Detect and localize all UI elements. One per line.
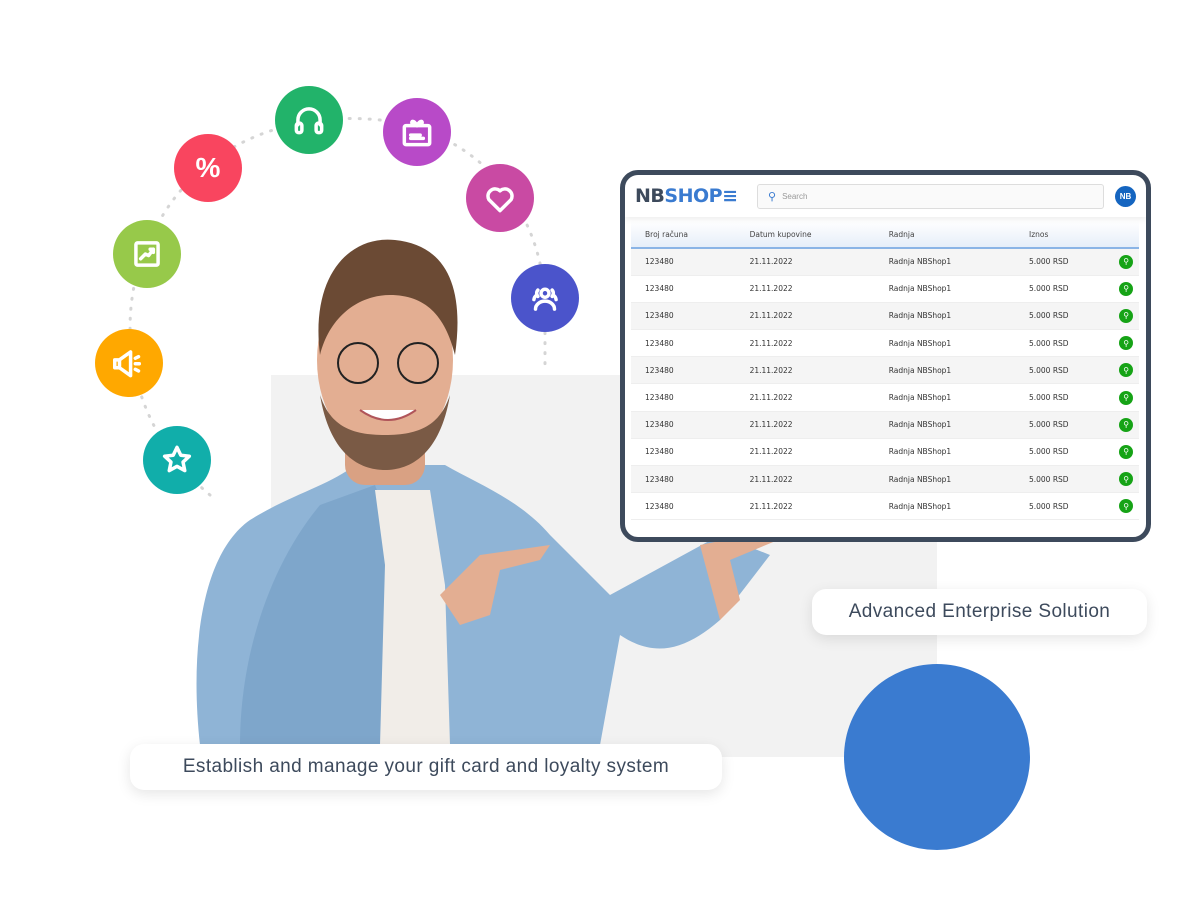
- table-cell: Radnja NBShop1: [874, 302, 1015, 331]
- table-cell: 123480: [631, 411, 736, 439]
- view-details-button[interactable]: ⚲: [1119, 390, 1134, 405]
- row-action: ⚲: [1113, 492, 1139, 521]
- row-action: ⚲: [1113, 356, 1139, 385]
- table-cell: 123480: [631, 356, 736, 385]
- table-cell: Radnja NBShop1: [874, 248, 1015, 276]
- table-row: 123480 21.11.2022 Radnja NBShop1 5.000 RSD ⚲: [631, 302, 1139, 331]
- table-row: 123480 21.11.2022 Radnja NBShop1 5.000 RSD ⚲: [631, 356, 1139, 385]
- table-cell: 123480: [631, 383, 736, 412]
- table-row: 123480 21.11.2022 Radnja NBShop1 5.000 RSD ⚲: [631, 438, 1139, 467]
- table-cell: 5.000 RSD: [1014, 329, 1114, 358]
- app-tablet-mockup: NBSHOP≡ ⚲ Search NB Broj računa Datum kupo…: [620, 170, 1151, 542]
- gift-card-icon: [383, 98, 451, 166]
- table-cell: Radnja NBShop1: [874, 275, 1015, 303]
- row-action: ⚲: [1113, 383, 1139, 412]
- row-action: ⚲: [1113, 275, 1139, 303]
- cart-icon: ≡: [722, 185, 738, 207]
- table-cell: 123480: [631, 438, 736, 467]
- table-row: 123480 21.11.2022 Radnja NBShop1 5.000 RSD ⚲: [631, 383, 1139, 412]
- table-cell: 21.11.2022: [735, 248, 875, 276]
- table-cell: Radnja NBShop1: [874, 492, 1015, 521]
- table-cell: 5.000 RSD: [1014, 438, 1114, 467]
- app-header: NBSHOP≡ ⚲ Search NB: [625, 175, 1146, 217]
- table-cell: 5.000 RSD: [1014, 492, 1114, 521]
- row-action: ⚲: [1113, 329, 1139, 358]
- table-row: 123480 21.11.2022 Radnja NBShop1 5.000 RSD ⚲: [631, 411, 1139, 439]
- search-input[interactable]: ⚲ Search: [757, 183, 1104, 209]
- table-cell: 5.000 RSD: [1014, 356, 1114, 385]
- view-details-button[interactable]: ⚲: [1119, 444, 1134, 459]
- avatar[interactable]: NB: [1115, 185, 1136, 207]
- table-cell: 21.11.2022: [735, 411, 875, 439]
- table-cell: Radnja NBShop1: [874, 411, 1015, 439]
- column-header[interactable]: Radnja: [874, 221, 1015, 249]
- table-cell: 21.11.2022: [735, 275, 875, 303]
- table-row: 123480 21.11.2022 Radnja NBShop1 5.000 RSD ⚲: [631, 329, 1139, 358]
- table-cell: 21.11.2022: [735, 465, 875, 494]
- table-cell: 123480: [631, 329, 736, 358]
- gift-card-caption: Establish and manage your gift card and …: [130, 744, 722, 790]
- table-cell: Radnja NBShop1: [874, 438, 1015, 467]
- table-cell: Radnja NBShop1: [874, 329, 1015, 358]
- table-cell: 123480: [631, 275, 736, 303]
- table-row: 123480 21.11.2022 Radnja NBShop1 5.000 RSD ⚲: [631, 275, 1139, 303]
- table-cell: Radnja NBShop1: [874, 383, 1015, 412]
- row-action: ⚲: [1113, 302, 1139, 331]
- table-cell: 5.000 RSD: [1014, 275, 1114, 303]
- receipts-table: Broj računa Datum kupovine Radnja Iznos 123…: [631, 221, 1139, 521]
- column-header-actions: [1113, 221, 1139, 249]
- view-details-button[interactable]: ⚲: [1119, 472, 1134, 487]
- table-cell: 5.000 RSD: [1014, 248, 1114, 276]
- row-action: ⚲: [1113, 248, 1139, 276]
- row-action: ⚲: [1113, 411, 1139, 439]
- table-cell: 5.000 RSD: [1014, 302, 1114, 331]
- heart-icon: [466, 164, 534, 232]
- row-action: ⚲: [1113, 465, 1139, 494]
- table-cell: 5.000 RSD: [1014, 411, 1114, 439]
- table-header: Broj računa Datum kupovine Radnja Iznos: [631, 221, 1139, 249]
- table-cell: 21.11.2022: [735, 383, 875, 412]
- table-cell: 123480: [631, 302, 736, 331]
- view-details-button[interactable]: ⚲: [1119, 336, 1134, 351]
- view-details-button[interactable]: ⚲: [1119, 308, 1134, 323]
- megaphone-icon: [95, 329, 163, 397]
- percent-icon: %: [174, 134, 242, 202]
- table-cell: 21.11.2022: [735, 302, 875, 331]
- table-cell: 123480: [631, 492, 736, 521]
- table-cell: 21.11.2022: [735, 492, 875, 521]
- view-details-button[interactable]: ⚲: [1119, 363, 1134, 378]
- view-details-button[interactable]: ⚲: [1119, 254, 1134, 269]
- headphones-icon: [275, 86, 343, 154]
- enterprise-caption: Advanced Enterprise Solution: [812, 589, 1147, 635]
- table-cell: 123480: [631, 248, 736, 276]
- table-cell: 21.11.2022: [735, 329, 875, 358]
- table-cell: 123480: [631, 465, 736, 494]
- column-header[interactable]: Iznos: [1014, 221, 1114, 249]
- table-row: 123480 21.11.2022 Radnja NBShop1 5.000 RSD ⚲: [631, 248, 1139, 276]
- column-header[interactable]: Broj računa: [631, 221, 736, 249]
- table-cell: 21.11.2022: [735, 438, 875, 467]
- view-details-button[interactable]: ⚲: [1119, 417, 1134, 432]
- table-cell: 5.000 RSD: [1014, 383, 1114, 412]
- view-details-button[interactable]: ⚲: [1119, 499, 1134, 514]
- table-cell: Radnja NBShop1: [874, 356, 1015, 385]
- nbshop-logo[interactable]: NBSHOP≡: [635, 185, 750, 207]
- column-header[interactable]: Datum kupovine: [735, 221, 875, 249]
- table-row: 123480 21.11.2022 Radnja NBShop1 5.000 RSD ⚲: [631, 465, 1139, 494]
- table-cell: 21.11.2022: [735, 356, 875, 385]
- search-placeholder: Search: [782, 191, 808, 201]
- table-cell: Radnja NBShop1: [874, 465, 1015, 494]
- chart-icon: [113, 220, 181, 288]
- table-row: 123480 21.11.2022 Radnja NBShop1 5.000 RSD ⚲: [631, 492, 1139, 521]
- row-action: ⚲: [1113, 438, 1139, 467]
- table-cell: 5.000 RSD: [1014, 465, 1114, 494]
- view-details-button[interactable]: ⚲: [1119, 281, 1134, 296]
- search-icon: ⚲: [768, 190, 777, 203]
